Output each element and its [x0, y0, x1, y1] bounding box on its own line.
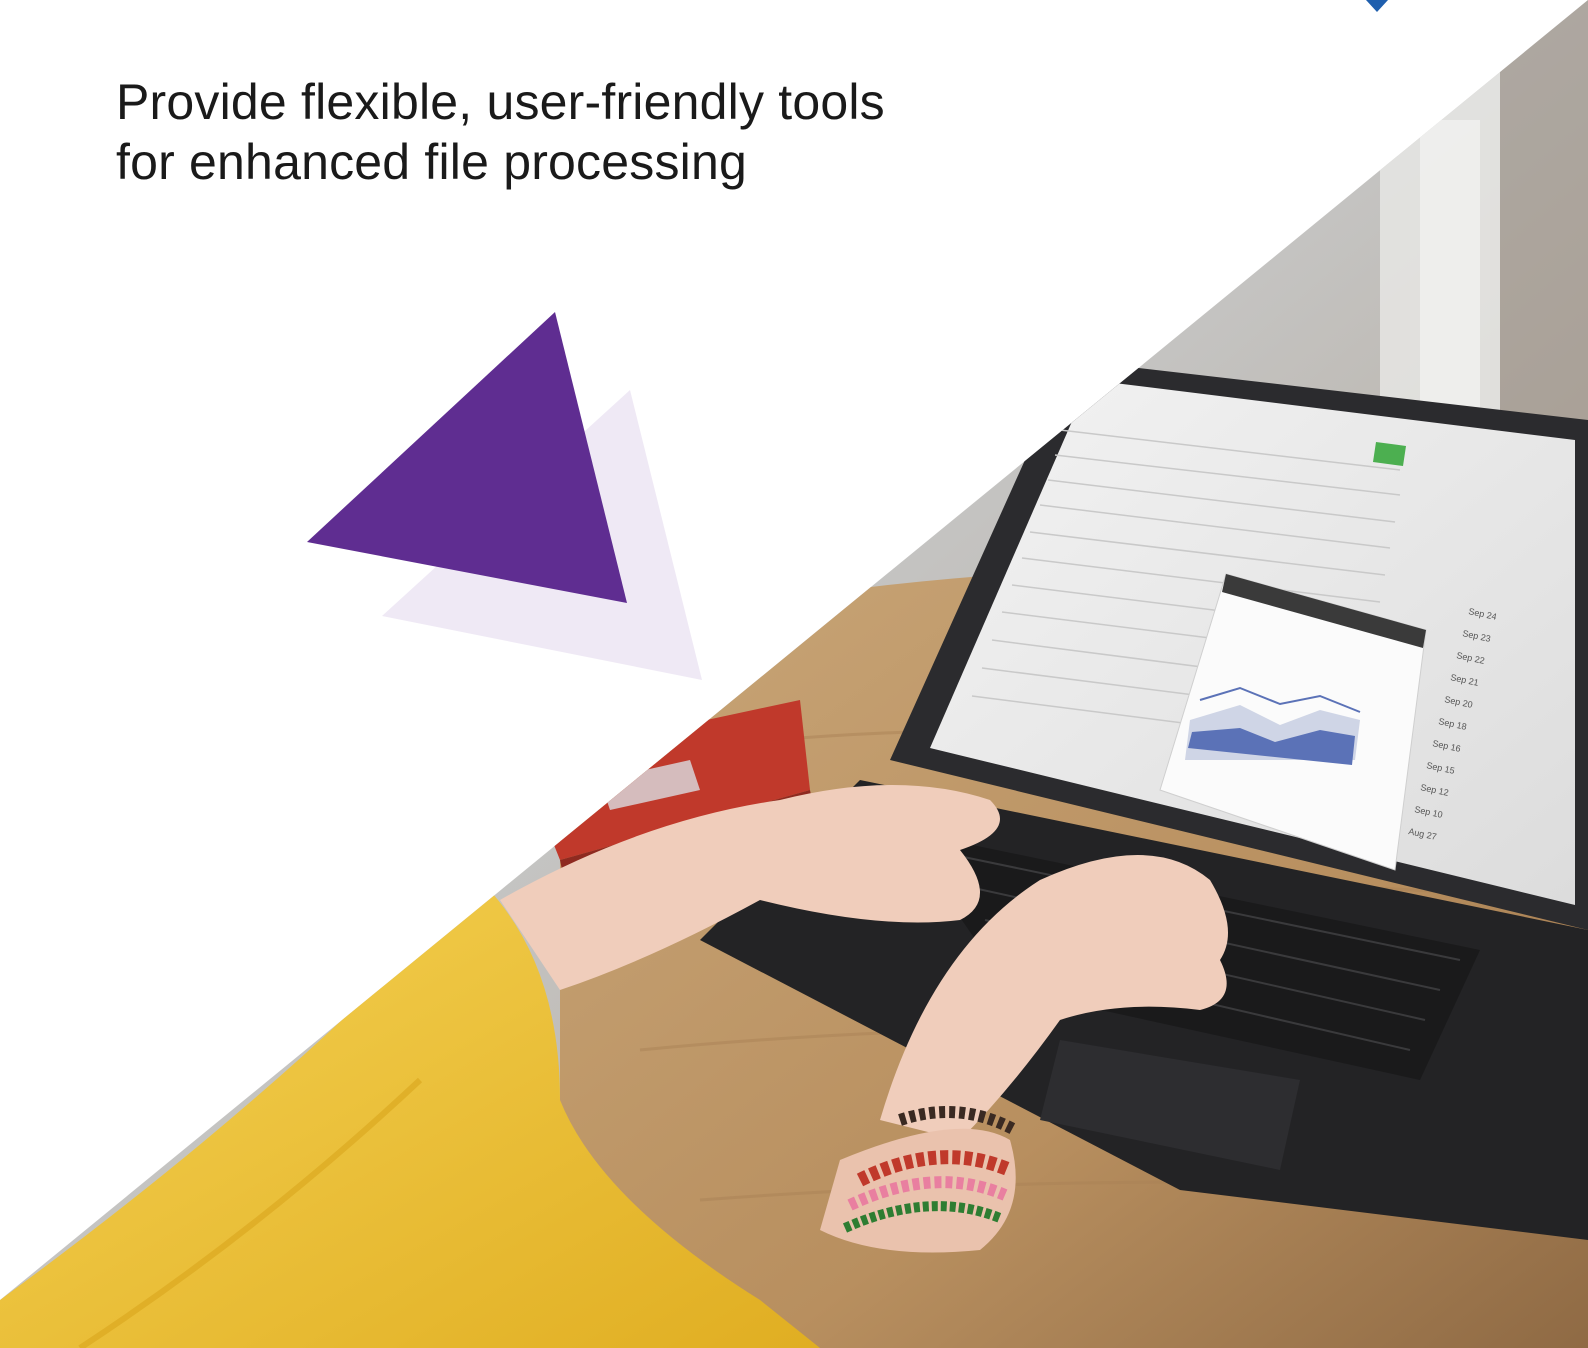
- corner-accent-shape: [1366, 0, 1388, 12]
- headline-line-1: Provide flexible, user-friendly tools: [116, 73, 885, 130]
- hero-artwork: Sep 24 Sep 23 Sep 22 Sep 21 Sep 20 Sep 1…: [0, 0, 1588, 1348]
- laptop-photo: Sep 24 Sep 23 Sep 22 Sep 21 Sep 20 Sep 1…: [0, 0, 1588, 1348]
- headline-line-2: for enhanced file processing: [116, 133, 747, 190]
- page: Sep 24 Sep 23 Sep 22 Sep 21 Sep 20 Sep 1…: [0, 0, 1588, 1348]
- page-headline: Provide flexible, user-friendly tools fo…: [116, 72, 1016, 192]
- purple-triangle-shape: [307, 312, 627, 603]
